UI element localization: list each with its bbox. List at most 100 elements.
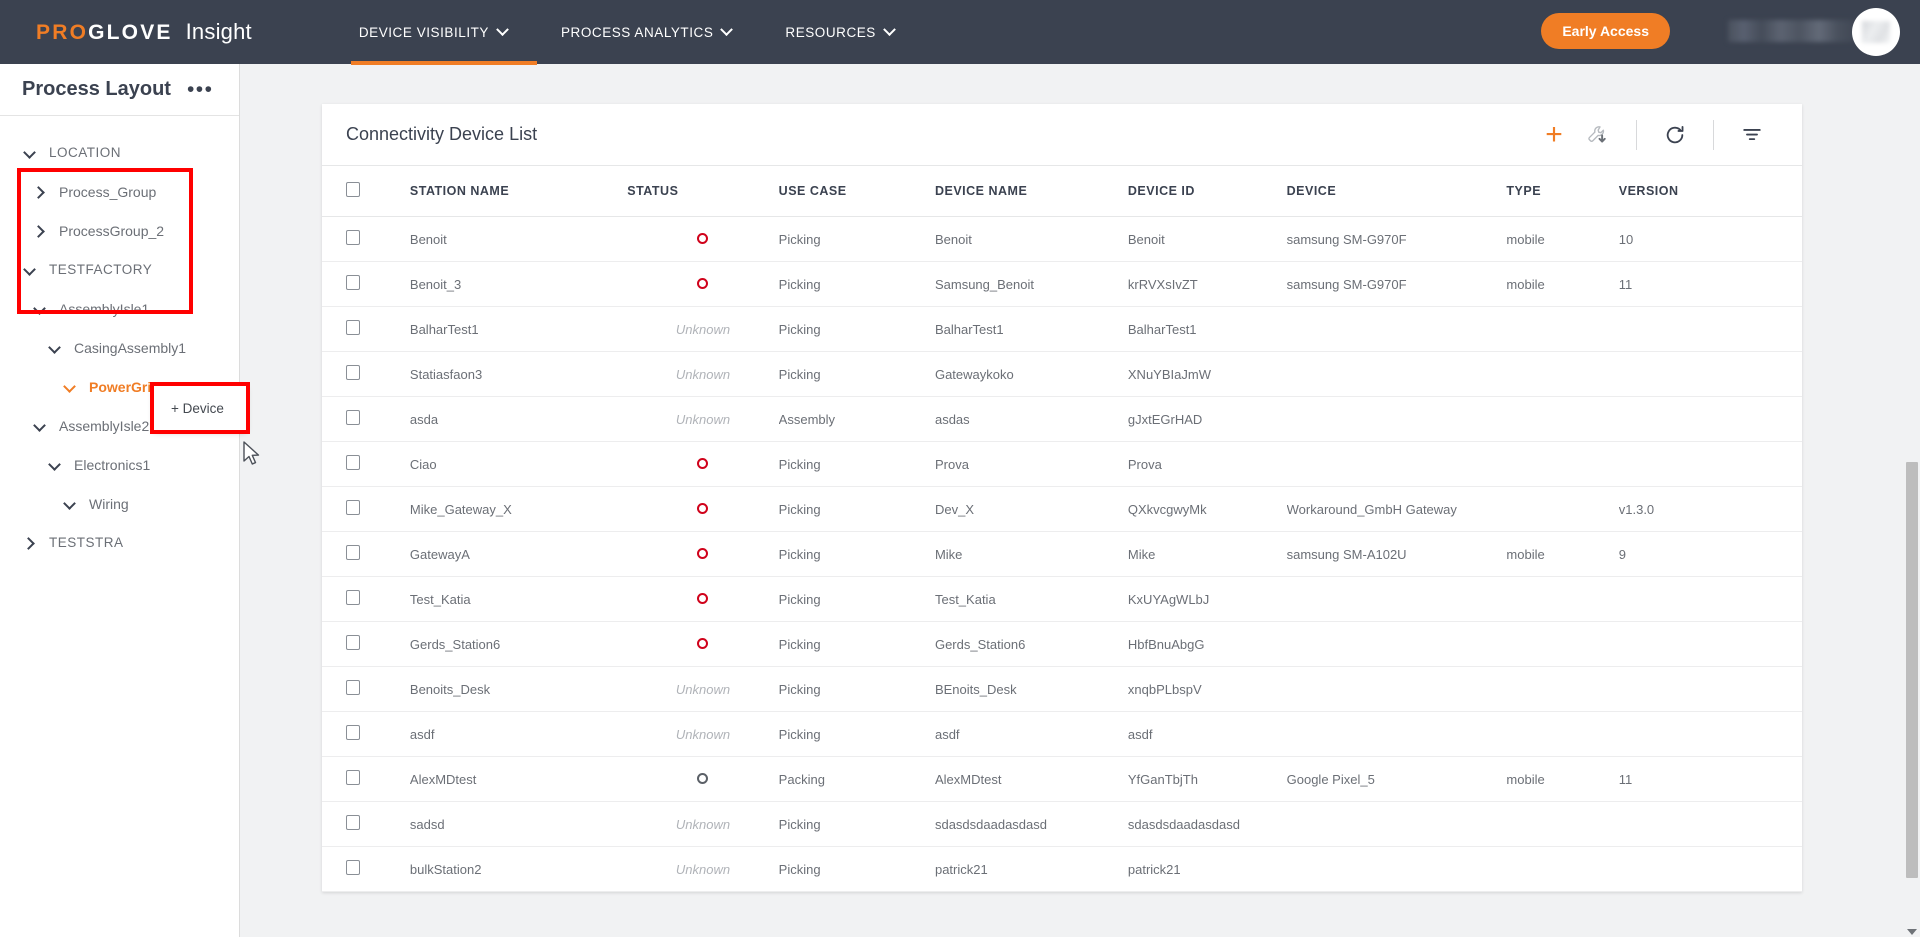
tree-item-casingassembly1[interactable]: CasingAssembly1 bbox=[0, 328, 239, 367]
status-indicator-offline bbox=[697, 502, 709, 514]
table-row[interactable]: bulkStation2 Unknown Picking patrick21 patri… bbox=[322, 846, 1802, 892]
chevron-down-icon[interactable] bbox=[32, 418, 48, 434]
table-row[interactable]: Mike_Gateway_X Picking Dev_X QXkvcgwyMk Work… bbox=[322, 486, 1802, 532]
column-header-type[interactable]: TYPE bbox=[1506, 166, 1619, 217]
status-badge-unknown: Unknown bbox=[675, 861, 731, 877]
cell-device bbox=[1286, 306, 1507, 352]
table-row[interactable]: asdf Unknown Picking asdf asdf bbox=[322, 711, 1802, 757]
table-row[interactable]: GatewayA Picking Mike Mike samsung SM-A102U m… bbox=[322, 531, 1802, 577]
tree-item-process-group[interactable]: Process_Group bbox=[0, 172, 239, 211]
cell-type bbox=[1506, 576, 1619, 622]
avatar[interactable] bbox=[1852, 8, 1900, 56]
tree-item-wiring[interactable]: Wiring bbox=[0, 484, 239, 523]
context-menu-add-device[interactable]: + Device bbox=[154, 386, 246, 430]
cell-select bbox=[322, 351, 410, 397]
tree-item-assemblyisle1[interactable]: AssemblyIsle1 bbox=[0, 289, 239, 328]
early-access-button[interactable]: Early Access bbox=[1541, 13, 1670, 49]
card-header: Connectivity Device List + bbox=[322, 104, 1802, 166]
filter-button[interactable] bbox=[1730, 115, 1774, 155]
context-menu-item-add-device[interactable]: + Device bbox=[171, 401, 224, 416]
row-checkbox[interactable] bbox=[346, 590, 360, 605]
tree-item-label: Process_Group bbox=[59, 183, 157, 200]
column-header-version[interactable]: VERSION bbox=[1618, 166, 1802, 217]
nav-item-resources[interactable]: RESOURCES bbox=[785, 0, 896, 64]
row-checkbox[interactable] bbox=[346, 635, 360, 650]
select-all-checkbox[interactable] bbox=[346, 182, 360, 197]
scroll-down-arrow-icon[interactable] bbox=[1907, 929, 1917, 935]
row-checkbox[interactable] bbox=[346, 365, 360, 380]
table-row[interactable]: Statiasfaon3 Unknown Picking Gatewaykoko XNu… bbox=[322, 351, 1802, 397]
tree-item-testfactory[interactable]: TESTFACTORY bbox=[0, 250, 239, 289]
chevron-down-icon[interactable] bbox=[22, 262, 38, 278]
table-row[interactable]: Benoit Picking Benoit Benoit samsung SM-G970… bbox=[322, 216, 1802, 262]
cell-device-id: HbfBnuAbgG bbox=[1127, 621, 1287, 667]
row-checkbox[interactable] bbox=[346, 680, 360, 695]
configure-download-button[interactable] bbox=[1576, 115, 1620, 155]
cell-device-name: BEnoits_Desk bbox=[934, 666, 1128, 712]
chevron-down-icon[interactable] bbox=[47, 457, 63, 473]
cell-type: mobile bbox=[1506, 531, 1619, 577]
row-checkbox[interactable] bbox=[346, 410, 360, 425]
column-header-station-name[interactable]: STATION NAME bbox=[409, 166, 628, 217]
table-row[interactable]: Benoits_Desk Unknown Picking BEnoits_Desk xn… bbox=[322, 666, 1802, 712]
table-row[interactable]: Test_Katia Picking Test_Katia KxUYAgWLbJ bbox=[322, 576, 1802, 622]
column-header-use-case[interactable]: USE CASE bbox=[778, 166, 935, 217]
cell-status: Unknown bbox=[627, 351, 779, 397]
chevron-down-icon[interactable] bbox=[47, 340, 63, 356]
cell-device-id: XNuYBIaJmW bbox=[1127, 351, 1287, 397]
table-row[interactable]: Ciao Picking Prova Prova bbox=[322, 441, 1802, 487]
tree-item-electronics1[interactable]: Electronics1 bbox=[0, 445, 239, 484]
chevron-right-icon[interactable] bbox=[32, 184, 48, 200]
row-checkbox[interactable] bbox=[346, 320, 360, 335]
brand-glove-text: GLOVE bbox=[88, 21, 173, 44]
row-checkbox[interactable] bbox=[346, 230, 360, 245]
chevron-right-icon[interactable] bbox=[22, 535, 38, 551]
cell-version bbox=[1618, 441, 1802, 487]
cell-version bbox=[1618, 396, 1802, 442]
chevron-right-icon[interactable] bbox=[32, 223, 48, 239]
row-checkbox[interactable] bbox=[346, 545, 360, 560]
row-checkbox[interactable] bbox=[346, 500, 360, 515]
page-scrollbar-thumb[interactable] bbox=[1906, 462, 1918, 878]
cell-status bbox=[627, 621, 779, 667]
table-row[interactable]: BalharTest1 Unknown Picking BalharTest1 Balh… bbox=[322, 306, 1802, 352]
tree-item-teststra[interactable]: TESTSTRA bbox=[0, 523, 239, 562]
row-checkbox[interactable] bbox=[346, 815, 360, 830]
column-header-device-name[interactable]: DEVICE NAME bbox=[934, 166, 1128, 217]
row-checkbox[interactable] bbox=[346, 860, 360, 875]
table-row[interactable]: AlexMDtest Packing AlexMDtest YfGanTbjTh Goo… bbox=[322, 756, 1802, 802]
table-row[interactable]: sadsd Unknown Picking sdasdsdaadasdasd sdasd… bbox=[322, 801, 1802, 847]
table-row[interactable]: Gerds_Station6 Picking Gerds_Station6 HbfBn… bbox=[322, 621, 1802, 667]
cell-device bbox=[1286, 711, 1507, 757]
cell-select bbox=[322, 306, 410, 352]
chevron-down-icon[interactable] bbox=[62, 379, 78, 395]
brand-logo[interactable]: PRO GLOVE Insight bbox=[36, 19, 252, 45]
page-scrollbar-track[interactable] bbox=[1904, 64, 1920, 937]
column-header-status[interactable]: STATUS bbox=[627, 166, 779, 217]
cell-type bbox=[1506, 486, 1619, 532]
tree-item-location[interactable]: LOCATION bbox=[0, 133, 239, 172]
row-checkbox[interactable] bbox=[346, 770, 360, 785]
table-row[interactable]: asda Unknown Assembly asdas gJxtEGrHAD bbox=[322, 396, 1802, 442]
cell-select bbox=[322, 441, 410, 487]
cell-select bbox=[322, 666, 410, 712]
cell-station-name: asdf bbox=[409, 711, 628, 757]
chevron-down-icon[interactable] bbox=[32, 301, 48, 317]
column-header-device[interactable]: DEVICE bbox=[1286, 166, 1507, 217]
nav-item-device-visibility[interactable]: DEVICE VISIBILITY bbox=[359, 0, 509, 64]
row-checkbox[interactable] bbox=[346, 725, 360, 740]
tree-item-processgroup-2[interactable]: ProcessGroup_2 bbox=[0, 211, 239, 250]
cell-version: 11 bbox=[1618, 261, 1802, 307]
row-checkbox[interactable] bbox=[346, 455, 360, 470]
chevron-down-icon[interactable] bbox=[62, 496, 78, 512]
cell-select bbox=[322, 801, 410, 847]
refresh-button[interactable] bbox=[1653, 115, 1697, 155]
column-select-all bbox=[322, 166, 410, 217]
chevron-down-icon[interactable] bbox=[22, 145, 38, 161]
nav-item-process-analytics[interactable]: PROCESS ANALYTICS bbox=[561, 0, 734, 64]
row-checkbox[interactable] bbox=[346, 275, 360, 290]
add-device-button[interactable]: + bbox=[1532, 115, 1576, 155]
column-header-device-id[interactable]: DEVICE ID bbox=[1127, 166, 1287, 217]
sidebar-more-icon[interactable]: ••• bbox=[187, 79, 214, 100]
table-row[interactable]: Benoit_3 Picking Samsung_Benoit krRVXsIvZT s… bbox=[322, 261, 1802, 307]
